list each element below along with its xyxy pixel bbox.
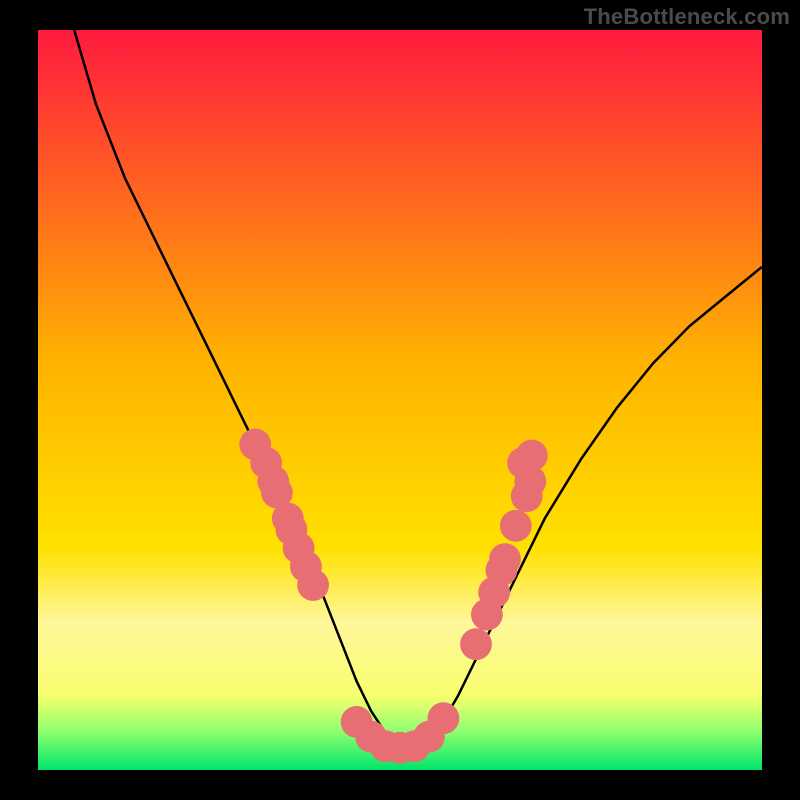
marker-point	[516, 440, 548, 472]
chart-svg	[0, 0, 800, 800]
chart-frame: TheBottleneck.com	[0, 0, 800, 800]
marker-point	[460, 628, 492, 660]
marker-point	[500, 510, 532, 542]
marker-point	[297, 569, 329, 601]
watermark-text: TheBottleneck.com	[584, 4, 790, 30]
plot-background	[38, 30, 762, 770]
marker-point	[428, 702, 460, 734]
marker-point	[489, 543, 521, 575]
